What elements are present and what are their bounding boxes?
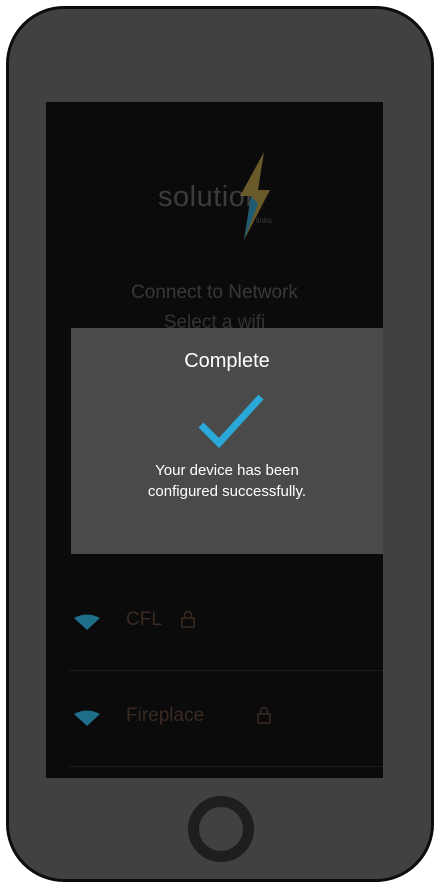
app-logo: solution links xyxy=(46,152,383,242)
logo-subtext: links xyxy=(256,216,273,225)
dialog-message-line-2: configured successfully. xyxy=(147,483,307,500)
home-button[interactable] xyxy=(188,796,254,862)
lock-icon xyxy=(257,706,271,724)
dialog-message: Your device has been configured successf… xyxy=(91,460,363,502)
checkmark-icon xyxy=(198,394,264,449)
network-name: CFL xyxy=(126,609,162,630)
network-item-fireplace[interactable]: Fireplace xyxy=(68,670,383,767)
wifi-icon xyxy=(74,614,100,630)
network-name: Fireplace xyxy=(126,705,205,726)
lock-icon xyxy=(181,610,195,628)
lightning-bolt-icon xyxy=(240,152,270,240)
wifi-icon xyxy=(74,710,100,726)
dialog-message-line-1: Your device has been xyxy=(155,462,299,479)
dialog-title: Complete xyxy=(184,350,270,372)
page-title: Connect to Network xyxy=(131,282,298,303)
success-dialog: Complete Your device has been configured… xyxy=(71,328,383,554)
network-item-cfl[interactable]: CFL xyxy=(68,574,383,671)
